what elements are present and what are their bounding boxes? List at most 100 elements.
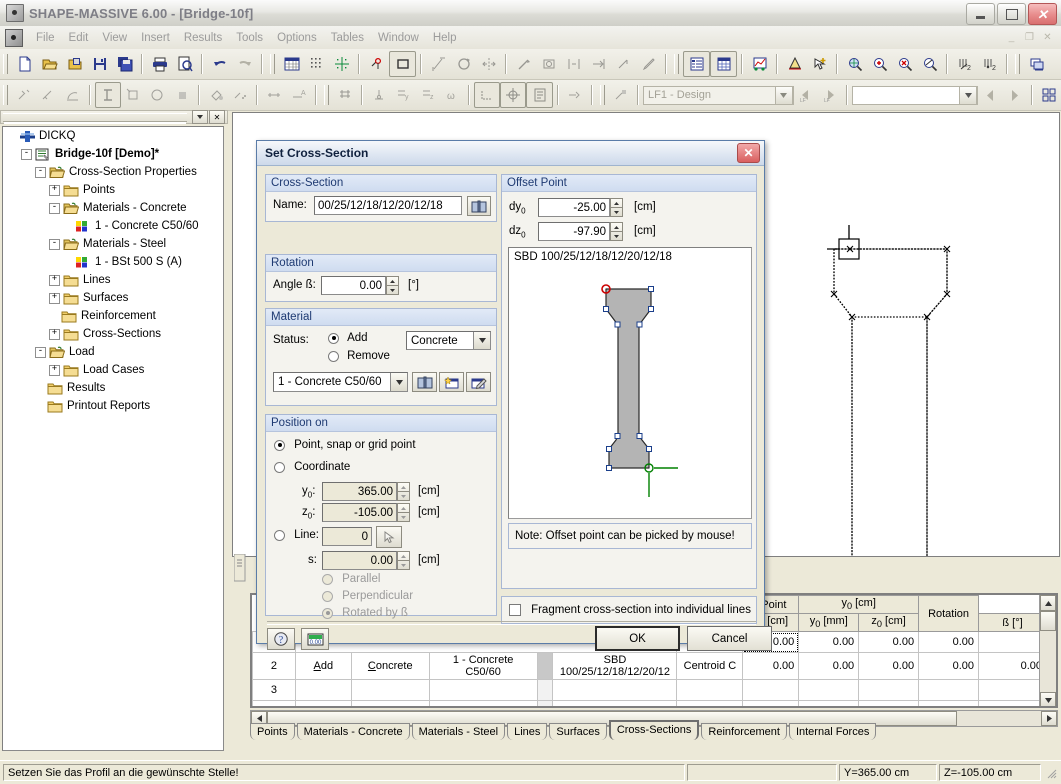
scroll-up-button[interactable]: [1040, 595, 1056, 611]
menu-item-insert[interactable]: Insert: [134, 30, 177, 46]
tree-node[interactable]: 1 - Concrete C50/60: [3, 217, 223, 235]
circle-tool-icon[interactable]: [145, 83, 169, 107]
radio-coordinate[interactable]: [274, 462, 285, 473]
panel-drag-lines[interactable]: [3, 113, 187, 122]
zoom-window-icon[interactable]: [917, 52, 942, 76]
cell-z0[interactable]: [919, 701, 979, 709]
radio-rotated[interactable]: [322, 608, 333, 619]
cross-section-preview[interactable]: SBD 100/25/12/18/12/20/12/18: [508, 247, 752, 519]
next-item-icon[interactable]: [1003, 83, 1027, 107]
tab-materials-steel[interactable]: Materials - Steel: [412, 723, 505, 740]
cell-z0[interactable]: [919, 680, 979, 701]
arc-tool-icon[interactable]: [60, 83, 84, 107]
surface-icon[interactable]: [536, 52, 561, 76]
table-row[interactable]: 3: [253, 680, 1056, 701]
material-dropdown[interactable]: 1 - Concrete C50/60: [273, 372, 408, 392]
tree-node[interactable]: -Materials - Steel: [3, 235, 223, 253]
tree-collapse-icon[interactable]: -: [35, 167, 46, 178]
cell-zp[interactable]: [799, 680, 859, 701]
perpendicular-radio[interactable]: Perpendicular: [322, 590, 413, 602]
scroll-thumb-vertical[interactable]: [1040, 611, 1056, 631]
rect-tool-icon[interactable]: [121, 83, 145, 107]
cell-point[interactable]: [677, 680, 743, 701]
fragment-checkbox[interactable]: [509, 604, 521, 616]
prev-item-icon[interactable]: [978, 83, 1002, 107]
document-icon[interactable]: [5, 29, 23, 47]
diagram-icon[interactable]: [747, 52, 772, 76]
dz0-spinner[interactable]: [610, 222, 623, 241]
toolbar-grip[interactable]: [3, 54, 8, 74]
s-spinner[interactable]: [397, 551, 410, 570]
tree-node[interactable]: +Cross-Sections: [3, 325, 223, 343]
mdi-close-button[interactable]: ✕: [1040, 30, 1055, 44]
rotated-radio[interactable]: Rotated by ß: [322, 607, 408, 619]
table-vertical-scrollbar[interactable]: [1039, 595, 1056, 708]
tab-materials-concrete[interactable]: Materials - Concrete: [297, 723, 410, 740]
mirror-icon[interactable]: [476, 52, 501, 76]
rotate-icon[interactable]: [451, 52, 476, 76]
cell-material[interactable]: [429, 701, 537, 709]
tab-internal-forces[interactable]: Internal Forces: [789, 723, 876, 740]
cell-yp[interactable]: 0.00: [743, 653, 799, 680]
dy0-input[interactable]: -25.00: [538, 198, 610, 217]
tree-node[interactable]: -Materials - Concrete: [3, 199, 223, 217]
cell-yp[interactable]: [743, 680, 799, 701]
radio-remove[interactable]: [328, 351, 339, 362]
menu-item-view[interactable]: View: [95, 30, 134, 46]
resize-grip[interactable]: [1044, 766, 1058, 780]
units-icon[interactable]: 0.00: [301, 628, 329, 650]
new-file-icon[interactable]: [12, 52, 37, 76]
tab-lines[interactable]: Lines: [507, 723, 547, 740]
dialog-close-button[interactable]: ✕: [737, 143, 760, 163]
table-row[interactable]: 2AddConcrete1 - Concrete C50/60SBD 100/2…: [253, 653, 1056, 680]
mdi-minimize-button[interactable]: _: [1004, 30, 1019, 44]
tree-node[interactable]: 1 - BSt 500 S (A): [3, 253, 223, 271]
pan-icon[interactable]: [474, 82, 500, 108]
load-case-combo[interactable]: LF1 - Design: [643, 86, 794, 105]
cell-y0[interactable]: [859, 701, 919, 709]
open-file-icon[interactable]: [37, 52, 62, 76]
library-book-icon[interactable]: [467, 196, 491, 216]
tab-cross-sections[interactable]: Cross-Sections: [609, 720, 700, 740]
omega-icon[interactable]: ω: [440, 83, 464, 107]
cell-y0[interactable]: 0.00: [859, 653, 919, 680]
tree-expand-icon[interactable]: +: [49, 275, 60, 286]
distribute-icon[interactable]: [561, 52, 586, 76]
scroll-down-button[interactable]: [1040, 692, 1056, 708]
snap-point-icon[interactable]: [364, 52, 389, 76]
cell-status[interactable]: [295, 680, 351, 701]
cell-beta[interactable]: [979, 680, 1047, 701]
ok-button[interactable]: OK: [595, 626, 680, 651]
cell-section[interactable]: [553, 680, 677, 701]
line-draw-icon[interactable]: [511, 52, 536, 76]
tile-windows-icon[interactable]: [1037, 83, 1061, 107]
maximize-button[interactable]: [997, 3, 1026, 25]
position-point-radio[interactable]: Point, snap or grid point: [274, 439, 416, 451]
tab-points[interactable]: Points: [250, 723, 295, 740]
cell-y0[interactable]: [859, 680, 919, 701]
tree-expand-icon[interactable]: +: [49, 293, 60, 304]
dz0-input[interactable]: -97.90: [538, 222, 610, 241]
panel-dropdown-button[interactable]: [192, 110, 208, 124]
cell-type[interactable]: Concrete: [351, 653, 429, 680]
tree-node[interactable]: -Cross-Section Properties: [3, 163, 223, 181]
scroll-right-button[interactable]: [1041, 711, 1057, 726]
grid-dots-icon[interactable]: [304, 52, 329, 76]
save-icon[interactable]: [87, 52, 112, 76]
tab-reinforcement[interactable]: Reinforcement: [701, 723, 787, 740]
secondary-combo[interactable]: [852, 86, 978, 105]
s-input[interactable]: 0.00: [322, 551, 397, 570]
next-load-case-icon[interactable]: LF: [818, 83, 842, 107]
moment-y-icon[interactable]: y: [391, 83, 415, 107]
menu-item-help[interactable]: Help: [426, 30, 464, 46]
edit-material-icon[interactable]: [466, 372, 491, 392]
center-icon[interactable]: [500, 82, 526, 108]
tree-collapse-icon[interactable]: -: [49, 239, 60, 250]
printout-report-icon[interactable]: [1024, 52, 1049, 76]
radio-perpendicular[interactable]: [322, 591, 333, 602]
save-all-icon[interactable]: [112, 52, 137, 76]
render-full-icon[interactable]: 2: [977, 52, 1002, 76]
tree-expand-icon[interactable]: +: [49, 185, 60, 196]
canvas-resize-grip[interactable]: [234, 554, 246, 582]
cell-beta[interactable]: [979, 701, 1047, 709]
